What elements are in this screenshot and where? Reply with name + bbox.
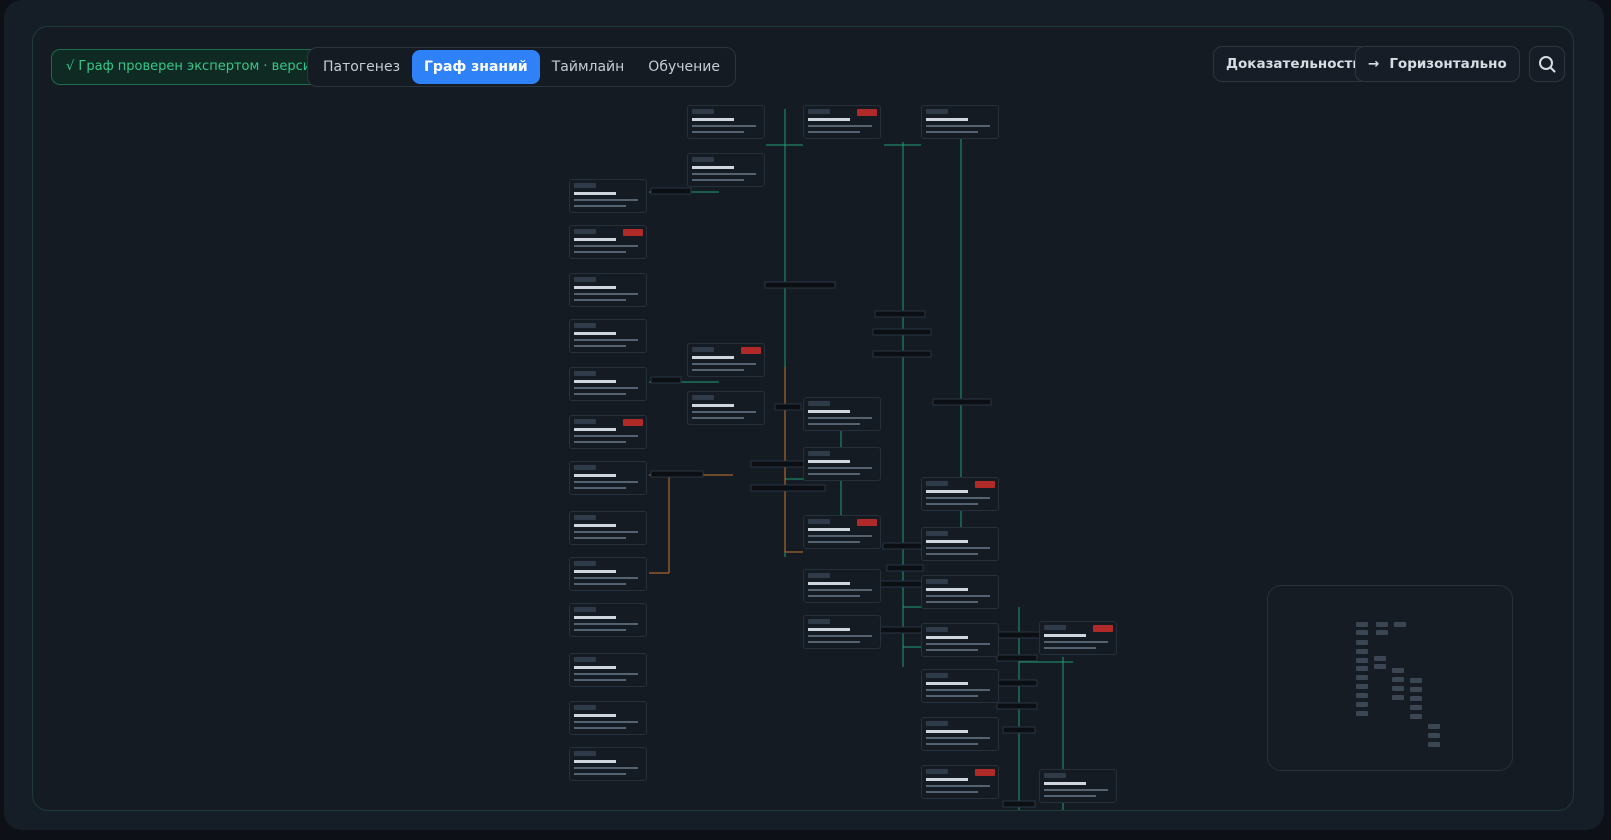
- search-icon: [1539, 56, 1556, 73]
- verified-badge: √ Граф проверен экспертом · версия 1: [51, 49, 347, 85]
- graph-node[interactable]: [687, 391, 765, 425]
- graph-node[interactable]: [921, 765, 999, 799]
- graph-node[interactable]: [1039, 621, 1117, 655]
- knowledge-graph-panel: √ Граф проверен экспертом · версия 1 Пат…: [32, 26, 1574, 811]
- tab-pathogenesis[interactable]: Патогенез: [311, 50, 412, 84]
- graph-node[interactable]: [569, 511, 647, 545]
- graph-node[interactable]: [921, 623, 999, 657]
- graph-node[interactable]: [687, 105, 765, 139]
- graph-node[interactable]: [569, 225, 647, 259]
- graph-node[interactable]: [569, 367, 647, 401]
- graph-node[interactable]: [803, 105, 881, 139]
- graph-node[interactable]: [569, 273, 647, 307]
- graph-node[interactable]: [569, 747, 647, 781]
- evidence-button-label: Доказательность: [1226, 56, 1361, 72]
- graph-node[interactable]: [687, 343, 765, 377]
- search-button[interactable]: [1529, 46, 1565, 82]
- graph-node[interactable]: [569, 701, 647, 735]
- graph-node[interactable]: [921, 575, 999, 609]
- view-tabs: Патогенез Граф знаний Таймлайн Обучение: [307, 47, 736, 87]
- graph-node[interactable]: [569, 603, 647, 637]
- graph-node[interactable]: [569, 557, 647, 591]
- graph-node[interactable]: [921, 105, 999, 139]
- arrow-right-icon: →: [1368, 56, 1380, 72]
- graph-node[interactable]: [687, 153, 765, 187]
- graph-node[interactable]: [803, 447, 881, 481]
- graph-node[interactable]: [569, 319, 647, 353]
- graph-node[interactable]: [569, 415, 647, 449]
- graph-node[interactable]: [921, 527, 999, 561]
- graph-node[interactable]: [921, 477, 999, 511]
- tab-knowledge-graph[interactable]: Граф знаний: [412, 50, 540, 84]
- graph-node[interactable]: [803, 569, 881, 603]
- horizontal-layout-button[interactable]: → Горизонтально: [1355, 46, 1520, 82]
- graph-node[interactable]: [803, 515, 881, 549]
- graph-minimap[interactable]: [1267, 585, 1513, 771]
- graph-node[interactable]: [1039, 769, 1117, 803]
- tab-learning[interactable]: Обучение: [636, 50, 732, 84]
- graph-node[interactable]: [921, 669, 999, 703]
- graph-node[interactable]: [569, 179, 647, 213]
- evidence-button[interactable]: Доказательность: [1213, 46, 1374, 82]
- graph-node[interactable]: [803, 397, 881, 431]
- horizontal-layout-label: Горизонтально: [1389, 56, 1507, 72]
- graph-node[interactable]: [569, 461, 647, 495]
- graph-node[interactable]: [569, 653, 647, 687]
- graph-node[interactable]: [803, 615, 881, 649]
- graph-node[interactable]: [921, 717, 999, 751]
- tab-timeline[interactable]: Таймлайн: [540, 50, 637, 84]
